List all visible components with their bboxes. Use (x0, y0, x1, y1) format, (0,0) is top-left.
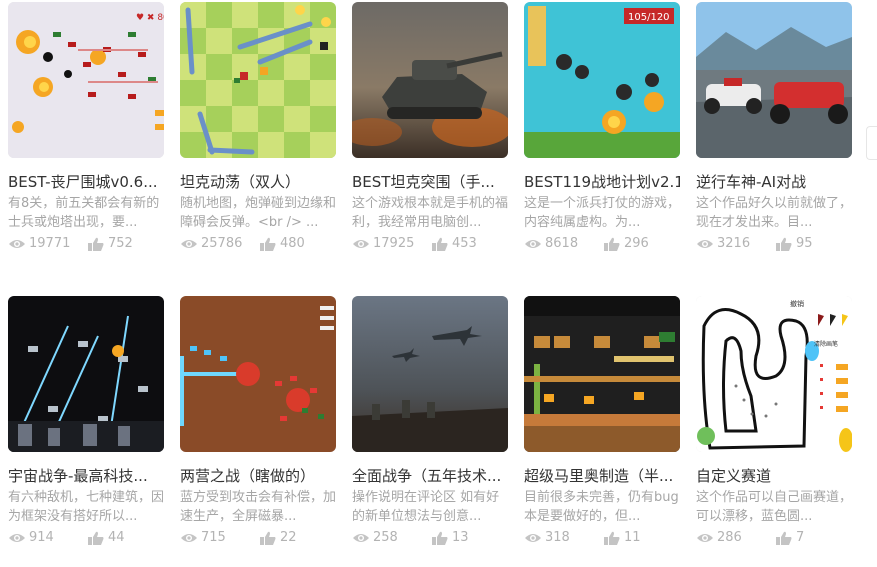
like-count[interactable]: 296 (603, 236, 649, 251)
work-thumbnail[interactable]: 撤销 清除画笔 (696, 296, 852, 452)
thumbs-up-icon[interactable] (603, 531, 621, 545)
view-count-value: 318 (545, 530, 570, 545)
view-count-value: 914 (29, 530, 54, 545)
view-count: 17925 (352, 236, 414, 251)
work-thumbnail[interactable] (180, 296, 336, 452)
thumbs-up-icon[interactable] (87, 237, 105, 251)
like-count-value: 22 (280, 530, 297, 545)
work-thumbnail[interactable] (696, 2, 852, 158)
like-count-value: 11 (624, 530, 641, 545)
thumbs-up-icon[interactable] (259, 237, 277, 251)
view-count-value: 286 (717, 530, 742, 545)
eye-icon (181, 239, 197, 248)
view-count-value: 19771 (29, 236, 71, 251)
eye-icon (9, 533, 25, 542)
work-thumbnail[interactable] (352, 296, 508, 452)
like-count-value: 752 (108, 236, 133, 251)
view-count-value: 3216 (717, 236, 751, 251)
like-count-value: 95 (796, 236, 813, 251)
eye-icon (697, 533, 713, 542)
like-count[interactable]: 7 (775, 530, 804, 545)
work-title[interactable]: 自定义赛道 (696, 466, 852, 486)
view-count: 715 (180, 530, 226, 545)
side-scroll-handle[interactable] (866, 126, 877, 160)
like-count[interactable]: 480 (259, 236, 305, 251)
like-count-value: 480 (280, 236, 305, 251)
clear-brush-label: 清除画笔 (814, 340, 838, 348)
work-thumbnail[interactable] (180, 2, 336, 158)
thumbs-up-icon[interactable] (775, 237, 793, 251)
like-count[interactable]: 13 (431, 530, 469, 545)
like-count-value: 296 (624, 236, 649, 251)
work-title[interactable]: 全面战争（五年技术... (352, 466, 508, 486)
work-description: 这个游戏根本就是手机的福利，我经常用电脑创... (352, 196, 508, 230)
work-title[interactable]: 两营之战（瞎做的） (180, 466, 336, 486)
hud-text: 105/120 (628, 12, 670, 23)
work-thumbnail[interactable] (524, 296, 680, 452)
thumbs-up-icon[interactable] (431, 531, 449, 545)
thumbs-up-icon[interactable] (775, 531, 793, 545)
thumbs-up-icon[interactable] (259, 531, 277, 545)
view-count-value: 17925 (373, 236, 415, 251)
like-count[interactable]: 95 (775, 236, 813, 251)
work-description: 有8关，前五关都会有新的士兵或炮塔出现，要... (8, 196, 160, 230)
work-thumbnail[interactable] (352, 2, 508, 158)
view-count: 25786 (180, 236, 242, 251)
like-count-value: 13 (452, 530, 469, 545)
view-count: 8618 (524, 236, 578, 251)
work-description: 随机地图，炮弹碰到边缘和障碍会反弹。<br /> ... (180, 196, 336, 230)
work-thumbnail[interactable]: ♥ ✖ 80 (8, 2, 164, 158)
like-count-value: 7 (796, 530, 805, 545)
hud-text: ♥ ✖ 80 (136, 13, 164, 23)
work-title[interactable]: 逆行车神-AI对战 (696, 172, 852, 192)
work-description: 蓝方受到攻击会有补偿，加速生产，全屏磁暴... (180, 490, 336, 524)
work-title[interactable]: BEST119战地计划v2.1 (524, 172, 680, 192)
view-count: 258 (352, 530, 398, 545)
work-title[interactable]: BEST坦克突围（手... (352, 172, 508, 192)
view-count-value: 715 (201, 530, 226, 545)
view-count: 914 (8, 530, 54, 545)
eye-icon (697, 239, 713, 248)
work-title[interactable]: 超级马里奥制造（半... (524, 466, 680, 486)
works-grid: ♥ ✖ 80 BEST-丧尸围城v0.6... 有8关，前五关都会有新的士兵或炮… (0, 0, 877, 567)
eye-icon (525, 533, 541, 542)
thumbs-up-icon[interactable] (431, 237, 449, 251)
thumbs-up-icon[interactable] (87, 531, 105, 545)
like-count-value: 453 (452, 236, 477, 251)
like-count[interactable]: 453 (431, 236, 477, 251)
work-title[interactable]: 坦克动荡（双人） (180, 172, 336, 192)
work-description: 这是一个派兵打仗的游戏，内容纯属虚构。为... (524, 196, 680, 230)
eye-icon (353, 239, 369, 248)
like-count[interactable]: 44 (87, 530, 125, 545)
eye-icon (525, 239, 541, 248)
work-title[interactable]: 宇宙战争-最高科技... (8, 466, 164, 486)
like-count-value: 44 (108, 530, 125, 545)
like-count[interactable]: 11 (603, 530, 641, 545)
view-count-value: 25786 (201, 236, 243, 251)
work-description: 操作说明在评论区 如有好的新单位想法与创意... (352, 490, 500, 524)
work-description: 目前很多未完善，仍有bug 本是要做好的，但... (524, 490, 679, 524)
eye-icon (353, 533, 369, 542)
work-description: 这个作品可以自己画赛道，可以漂移，蓝色圆... (696, 490, 852, 524)
work-description: 这个作品好久以前就做了，现在才发出来。目... (696, 196, 852, 230)
view-count: 19771 (8, 236, 70, 251)
thumbs-up-icon[interactable] (603, 237, 621, 251)
view-count: 286 (696, 530, 742, 545)
view-count: 3216 (696, 236, 750, 251)
like-count[interactable]: 752 (87, 236, 133, 251)
view-count-value: 8618 (545, 236, 579, 251)
work-thumbnail[interactable]: 105/120 (524, 2, 680, 158)
eye-icon (9, 239, 25, 248)
view-count-value: 258 (373, 530, 398, 545)
work-description: 有六种敌机，七种建筑，因为框架没有搭好所以... (8, 490, 164, 524)
eye-icon (181, 533, 197, 542)
work-thumbnail[interactable] (8, 296, 164, 452)
like-count[interactable]: 22 (259, 530, 297, 545)
undo-label: 撤销 (790, 299, 804, 308)
work-title[interactable]: BEST-丧尸围城v0.6... (8, 172, 164, 192)
view-count: 318 (524, 530, 570, 545)
